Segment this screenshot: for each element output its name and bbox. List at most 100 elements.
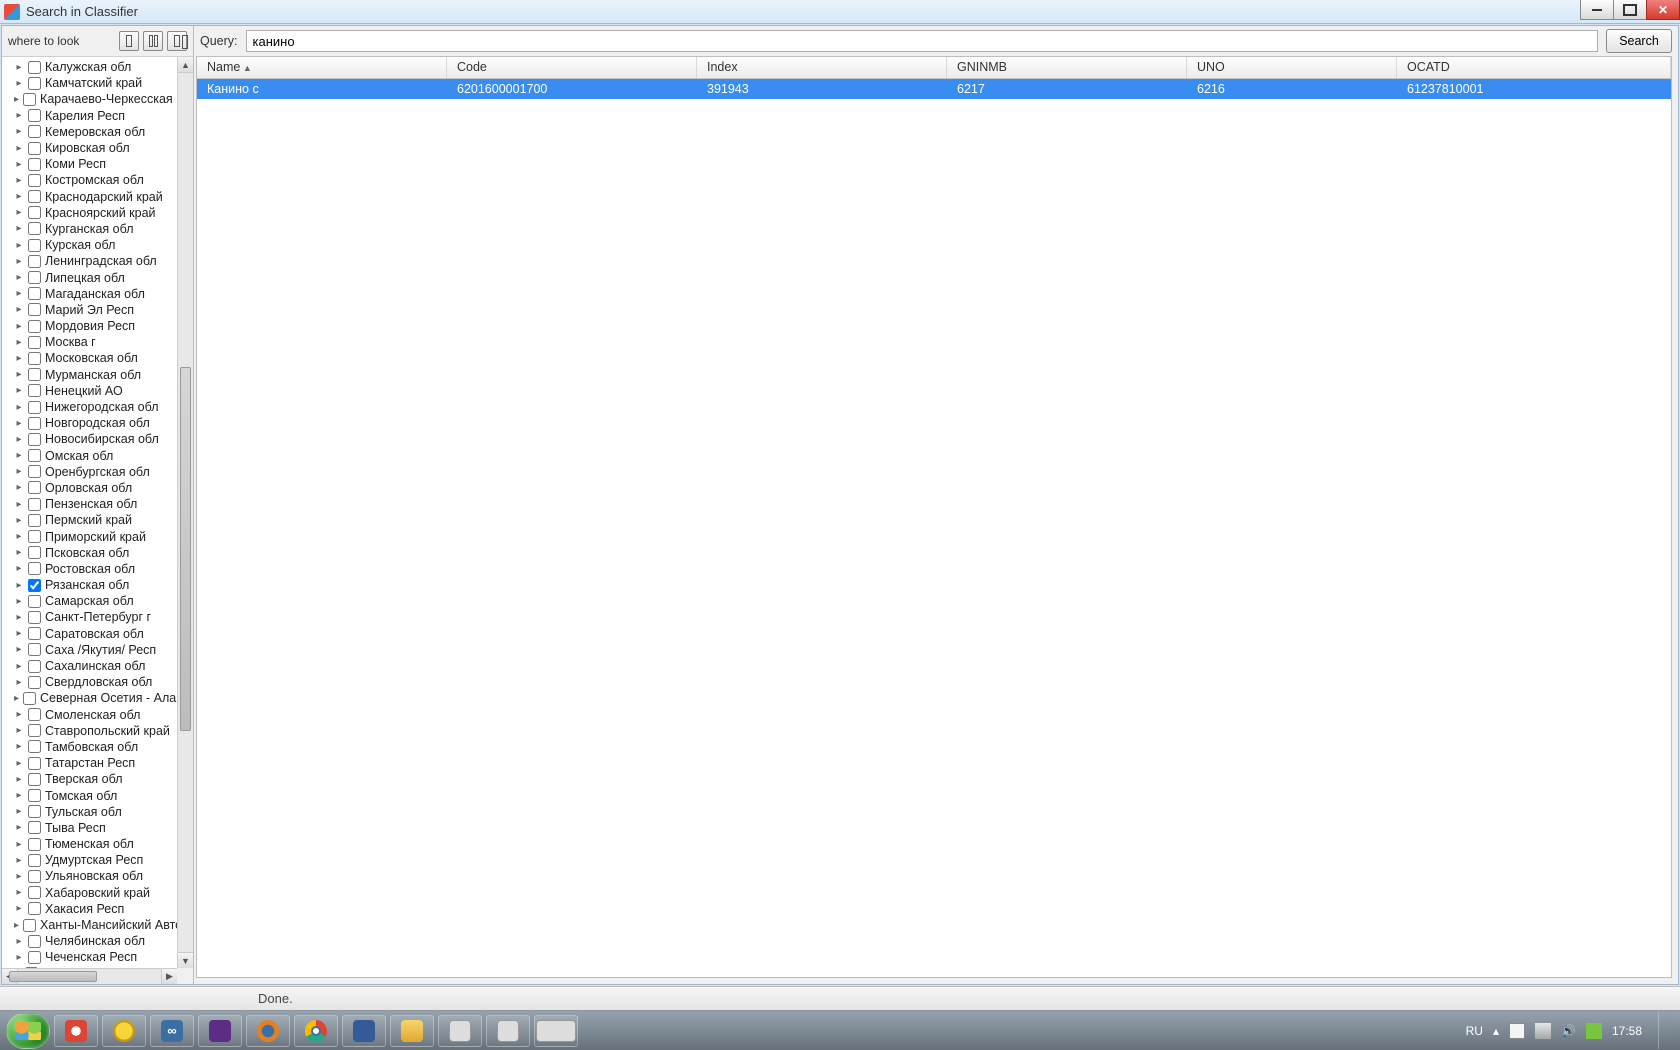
sidebar-view-triple-button[interactable] bbox=[167, 31, 187, 51]
taskbar-app-notepad[interactable] bbox=[438, 1015, 482, 1047]
expand-icon[interactable]: ▸ bbox=[14, 337, 24, 348]
region-tree-item[interactable]: ▸Новгородская обл bbox=[28, 415, 177, 431]
region-checkbox[interactable] bbox=[28, 206, 41, 219]
region-tree-item[interactable]: ▸Пермский край bbox=[28, 512, 177, 528]
region-tree-item[interactable]: ▸Удмуртская Респ bbox=[28, 852, 177, 868]
region-tree-item[interactable]: ▸Тверская обл bbox=[28, 771, 177, 787]
region-checkbox[interactable] bbox=[28, 805, 41, 818]
taskbar-app-form[interactable] bbox=[486, 1015, 530, 1047]
taskbar-app-infinity[interactable]: ∞ bbox=[150, 1015, 194, 1047]
region-checkbox[interactable] bbox=[28, 870, 41, 883]
region-tree-item[interactable]: ▸Курская обл bbox=[28, 237, 177, 253]
expand-icon[interactable]: ▸ bbox=[14, 580, 24, 591]
expand-icon[interactable]: ▸ bbox=[14, 725, 24, 736]
expand-icon[interactable]: ▸ bbox=[14, 499, 24, 510]
expand-icon[interactable]: ▸ bbox=[14, 758, 24, 769]
column-header-code[interactable]: Code bbox=[447, 57, 697, 78]
region-tree[interactable]: ▸Калужская обл▸Камчатский край▸Карачаево… bbox=[2, 57, 177, 968]
expand-icon[interactable]: ▸ bbox=[14, 434, 24, 445]
region-tree-item[interactable]: ▸Марий Эл Респ bbox=[28, 302, 177, 318]
region-tree-item[interactable]: ▸Камчатский край bbox=[28, 75, 177, 91]
sidebar-view-single-button[interactable] bbox=[119, 31, 139, 51]
expand-icon[interactable]: ▸ bbox=[14, 644, 24, 655]
region-checkbox[interactable] bbox=[28, 562, 41, 575]
expand-icon[interactable]: ▸ bbox=[14, 256, 24, 267]
taskbar-app-chrome[interactable] bbox=[294, 1015, 338, 1047]
region-checkbox[interactable] bbox=[28, 514, 41, 527]
region-checkbox[interactable] bbox=[28, 530, 41, 543]
region-checkbox[interactable] bbox=[28, 158, 41, 171]
region-checkbox[interactable] bbox=[28, 546, 41, 559]
region-checkbox[interactable] bbox=[28, 660, 41, 673]
expand-icon[interactable]: ▸ bbox=[14, 871, 24, 882]
region-tree-item[interactable]: ▸Мурманская обл bbox=[28, 367, 177, 383]
region-checkbox[interactable] bbox=[28, 368, 41, 381]
region-tree-item[interactable]: ▸Костромская обл bbox=[28, 172, 177, 188]
tray-network-icon[interactable] bbox=[1535, 1023, 1551, 1039]
show-desktop-button[interactable] bbox=[1658, 1013, 1668, 1049]
expand-icon[interactable]: ▸ bbox=[14, 693, 19, 704]
region-checkbox[interactable] bbox=[28, 821, 41, 834]
region-checkbox[interactable] bbox=[28, 757, 41, 770]
expand-icon[interactable]: ▸ bbox=[14, 240, 24, 251]
scrollbar-thumb[interactable] bbox=[9, 971, 97, 982]
region-checkbox[interactable] bbox=[28, 174, 41, 187]
region-checkbox[interactable] bbox=[28, 773, 41, 786]
region-tree-item[interactable]: ▸Саратовская обл bbox=[28, 626, 177, 642]
region-checkbox[interactable] bbox=[23, 919, 36, 932]
region-checkbox[interactable] bbox=[28, 190, 41, 203]
window-maximize-button[interactable] bbox=[1613, 0, 1647, 20]
column-header-name[interactable]: Name bbox=[197, 57, 447, 78]
region-checkbox[interactable] bbox=[28, 740, 41, 753]
expand-icon[interactable]: ▸ bbox=[14, 159, 24, 170]
tray-update-icon[interactable] bbox=[1586, 1023, 1602, 1039]
tray-volume-icon[interactable]: 🔊 bbox=[1561, 1024, 1576, 1038]
expand-icon[interactable]: ▸ bbox=[14, 596, 24, 607]
region-tree-item[interactable]: ▸Карачаево-Черкесская Р bbox=[28, 91, 177, 107]
region-tree-item[interactable]: ▸Нижегородская обл bbox=[28, 399, 177, 415]
expand-icon[interactable]: ▸ bbox=[14, 677, 24, 688]
region-checkbox[interactable] bbox=[28, 643, 41, 656]
tray-language[interactable]: RU bbox=[1466, 1024, 1483, 1038]
region-tree-item[interactable]: ▸Москва г bbox=[28, 334, 177, 350]
taskbar-app-aimp[interactable] bbox=[102, 1015, 146, 1047]
expand-icon[interactable]: ▸ bbox=[14, 175, 24, 186]
region-checkbox[interactable] bbox=[28, 611, 41, 624]
expand-icon[interactable]: ▸ bbox=[14, 418, 24, 429]
column-header-gninmb[interactable]: GNINMB bbox=[947, 57, 1187, 78]
region-tree-item[interactable]: ▸Краснодарский край bbox=[28, 189, 177, 205]
expand-icon[interactable]: ▸ bbox=[14, 450, 24, 461]
expand-icon[interactable]: ▸ bbox=[14, 952, 24, 963]
region-tree-item[interactable]: ▸Московская обл bbox=[28, 350, 177, 366]
expand-icon[interactable]: ▸ bbox=[14, 466, 24, 477]
window-close-button[interactable] bbox=[1646, 0, 1680, 20]
region-tree-item[interactable]: ▸Пензенская обл bbox=[28, 496, 177, 512]
region-checkbox[interactable] bbox=[28, 595, 41, 608]
expand-icon[interactable]: ▸ bbox=[14, 369, 24, 380]
taskbar-app-opera[interactable] bbox=[54, 1015, 98, 1047]
query-input[interactable] bbox=[246, 30, 1598, 52]
taskbar-app-vs[interactable] bbox=[198, 1015, 242, 1047]
expand-icon[interactable]: ▸ bbox=[14, 126, 24, 137]
expand-icon[interactable]: ▸ bbox=[14, 547, 24, 558]
expand-icon[interactable]: ▸ bbox=[14, 903, 24, 914]
region-tree-item[interactable]: ▸Свердловская обл bbox=[28, 674, 177, 690]
sidebar-vertical-scrollbar[interactable]: ▲ ▼ bbox=[177, 57, 193, 968]
region-checkbox[interactable] bbox=[28, 433, 41, 446]
region-tree-item[interactable]: ▸Санкт-Петербург г bbox=[28, 609, 177, 625]
expand-icon[interactable]: ▸ bbox=[14, 563, 24, 574]
region-checkbox[interactable] bbox=[28, 789, 41, 802]
region-tree-item[interactable]: ▸Ленинградская обл bbox=[28, 253, 177, 269]
region-tree-item[interactable]: ▸Рязанская обл bbox=[28, 577, 177, 593]
region-checkbox[interactable] bbox=[28, 287, 41, 300]
region-tree-item[interactable]: ▸Саха /Якутия/ Респ bbox=[28, 642, 177, 658]
expand-icon[interactable]: ▸ bbox=[14, 272, 24, 283]
expand-icon[interactable]: ▸ bbox=[14, 741, 24, 752]
region-checkbox[interactable] bbox=[28, 951, 41, 964]
region-checkbox[interactable] bbox=[28, 449, 41, 462]
region-tree-item[interactable]: ▸Омская обл bbox=[28, 448, 177, 464]
region-checkbox[interactable] bbox=[28, 255, 41, 268]
expand-icon[interactable]: ▸ bbox=[14, 531, 24, 542]
region-tree-item[interactable]: ▸Псковская обл bbox=[28, 545, 177, 561]
tray-clock[interactable]: 17:58 bbox=[1612, 1024, 1642, 1038]
